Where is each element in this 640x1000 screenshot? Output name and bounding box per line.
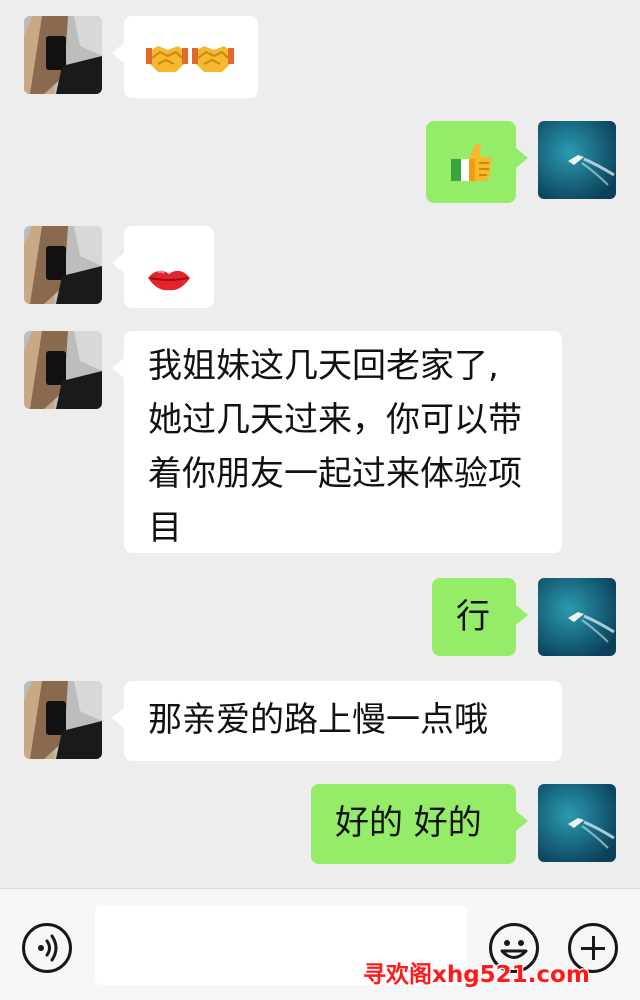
contact-avatar[interactable]: [24, 16, 102, 94]
message-bubble[interactable]: 那亲爱的路上慢一点哦: [112, 681, 562, 761]
handshake-icon: [146, 38, 188, 92]
contact-avatar[interactable]: [24, 331, 102, 409]
my-avatar[interactable]: [538, 121, 616, 199]
message-text-line: 着你朋友一起过来体验项: [148, 454, 522, 494]
message-text: 好的 好的: [335, 803, 482, 843]
voice-button[interactable]: [22, 923, 72, 973]
message-bubble[interactable]: [426, 121, 528, 203]
message-text-line: 她过几天过来，你可以带: [148, 400, 522, 440]
message-text-line: 我姐妹这几天回老家了,: [148, 346, 499, 386]
my-avatar[interactable]: [538, 578, 616, 656]
message-row: [0, 121, 640, 203]
message-text: 行: [456, 597, 490, 637]
message-row: [0, 16, 640, 98]
contact-avatar[interactable]: [24, 681, 102, 759]
message-row: 行: [0, 578, 640, 656]
thumbs-up-icon: [449, 141, 493, 199]
contact-avatar[interactable]: [24, 226, 102, 304]
message-row: 那亲爱的路上慢一点哦: [0, 681, 640, 761]
watermark: 寻欢阁xhg521.com: [363, 962, 590, 988]
my-avatar[interactable]: [538, 784, 616, 862]
handshake-icon: [192, 38, 234, 92]
message-row: 好的 好的: [0, 784, 640, 864]
voice-icon: [38, 934, 58, 962]
message-bubble[interactable]: [112, 16, 258, 98]
chat-area: 我姐妹这几天回老家了, 她过几天过来，你可以带 着你朋友一起过来体验项 目 行: [0, 0, 640, 888]
message-text-line: 目: [148, 508, 182, 548]
message-bubble[interactable]: 行: [432, 578, 528, 656]
message-row: 我姐妹这几天回老家了, 她过几天过来，你可以带 着你朋友一起过来体验项 目: [0, 331, 640, 553]
message-bubble[interactable]: 好的 好的: [311, 784, 528, 864]
message-row: [0, 226, 640, 308]
lips-icon: [146, 254, 192, 308]
message-bubble[interactable]: 我姐妹这几天回老家了, 她过几天过来，你可以带 着你朋友一起过来体验项 目: [112, 331, 562, 553]
message-text: 那亲爱的路上慢一点哦: [148, 700, 488, 740]
message-bubble[interactable]: [112, 226, 214, 308]
